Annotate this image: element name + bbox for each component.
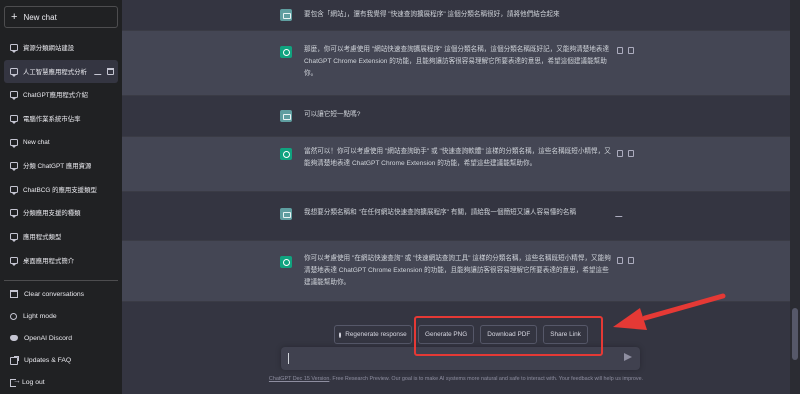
send-icon[interactable] xyxy=(624,353,632,361)
logout-icon xyxy=(10,376,21,387)
chatgpt-logo-icon xyxy=(280,256,292,268)
sidebar-item-chat[interactable]: 分類應用支援的種類 xyxy=(4,201,118,225)
new-chat-label: New chat xyxy=(23,12,57,22)
plus-icon: + xyxy=(11,10,18,23)
light-mode-button[interactable]: Light mode xyxy=(4,305,118,327)
chat-history-list: 資源分類網站建設 人工智慧應用程式分析 ChatGPT應用程式介紹 電腦作業系統… xyxy=(4,36,118,272)
feedback-actions xyxy=(617,257,634,264)
log-out-button[interactable]: Log out xyxy=(4,372,118,394)
item-actions xyxy=(93,67,114,75)
message-text: 可以讓它短一點嗎? xyxy=(304,111,361,118)
thumbs-up-icon[interactable] xyxy=(617,150,623,157)
updates-faq-label: Updates & FAQ xyxy=(24,357,72,365)
sidebar-item-label: 分類應用支援的種類 xyxy=(23,210,81,218)
thumbs-down-icon[interactable] xyxy=(628,257,634,264)
footer-note: ChatGPT Dec 15 Version. Free Research Pr… xyxy=(122,376,790,382)
message-icon xyxy=(10,91,18,101)
sidebar-item-chat[interactable]: ChatBCG 的應用支援類型 xyxy=(4,178,118,202)
discord-icon xyxy=(10,335,18,342)
scrollbar[interactable] xyxy=(790,0,800,394)
edit-icon[interactable] xyxy=(93,67,106,75)
delete-icon[interactable] xyxy=(107,67,114,75)
updates-faq-link[interactable]: Updates & FAQ xyxy=(4,350,118,372)
sidebar-item-label: 電腦作業系統市佔率 xyxy=(23,116,81,124)
sidebar-item-label: 人工智慧應用程式分析 xyxy=(23,68,87,76)
message-icon xyxy=(10,44,18,54)
log-out-label: Log out xyxy=(22,379,45,387)
sidebar-item-label: ChatBCG 的應用支援類型 xyxy=(23,186,97,194)
sidebar-item-label: 資源分類網站建設 xyxy=(23,45,75,53)
text-caret xyxy=(288,353,289,364)
message-icon xyxy=(10,209,18,219)
user-avatar xyxy=(280,9,292,21)
message-icon xyxy=(10,162,18,172)
sun-icon xyxy=(10,312,17,320)
edit-message-icon[interactable] xyxy=(614,210,627,217)
openai-discord-label: OpenAI Discord xyxy=(24,334,72,342)
sidebar-item-chat[interactable]: 應用程式類型 xyxy=(4,225,118,249)
user-message: 我想要分類名稱和 "在任何網站快速查詢擴展程序" 有關，請給我一個簡短又讓人容易… xyxy=(122,192,790,240)
thumbs-down-icon[interactable] xyxy=(628,150,634,157)
footer-text: . Free Research Preview. Our goal is to … xyxy=(329,376,644,382)
sidebar-item-chat[interactable]: ChatGPT應用程式介紹 xyxy=(4,83,118,107)
message-icon xyxy=(10,115,18,125)
clear-conversations-label: Clear conversations xyxy=(24,290,85,298)
sidebar-item-label: 應用程式類型 xyxy=(23,234,62,242)
assistant-message: 你可以考慮使用 "在網站快速查詢" 或 "快速網站查詢工具" 這樣的分類名稱，這… xyxy=(122,240,790,302)
sidebar-bottom-menu: Clear conversations Light mode OpenAI Di… xyxy=(4,280,118,394)
light-mode-label: Light mode xyxy=(23,312,57,320)
new-chat-button[interactable]: + New chat xyxy=(4,6,118,28)
scrollbar-thumb[interactable] xyxy=(792,308,798,360)
message-text: 你可以考慮使用 "在網站快速查詢" 或 "快速網站查詢工具" 這樣的分類名稱，這… xyxy=(304,255,611,287)
user-message: 可以讓它短一點嗎? xyxy=(122,96,790,136)
message-text: 我想要分類名稱和 "在任何網站快速查詢擴展程序" 有關，請給我一個簡短又讓人容易… xyxy=(304,209,577,216)
chatgpt-logo-icon xyxy=(280,46,292,58)
sidebar-item-chat[interactable]: New chat xyxy=(4,130,118,154)
feedback-actions xyxy=(617,150,634,157)
sidebar-item-chat-active[interactable]: 人工智慧應用程式分析 xyxy=(4,59,118,84)
version-link[interactable]: ChatGPT Dec 15 Version xyxy=(269,376,329,382)
user-avatar xyxy=(280,208,292,220)
openai-discord-link[interactable]: OpenAI Discord xyxy=(4,327,118,349)
thumbs-down-icon[interactable] xyxy=(628,47,634,54)
sidebar-item-label: New chat xyxy=(23,138,50,146)
user-avatar xyxy=(280,110,292,122)
chatgpt-logo-icon xyxy=(280,148,292,160)
message-icon xyxy=(10,67,18,77)
user-message: 要包含「網站」，還有我覺得 "快速查詢擴展程序" 這個分類名稱很好，請將他們結合… xyxy=(122,0,790,30)
message-icon xyxy=(10,233,18,243)
annotation-highlight-box xyxy=(414,316,603,356)
sidebar-item-chat[interactable]: 分類 ChatGPT 應用資源 xyxy=(4,154,118,178)
sidebar-item-label: ChatGPT應用程式介紹 xyxy=(23,92,88,100)
thumbs-up-icon[interactable] xyxy=(617,47,623,54)
assistant-message: 當然可以！你可以考慮使用 "網站查詢助手" 或 "快速查詢軟體" 這樣的分類名稱… xyxy=(122,136,790,192)
app-window: + New chat 資源分類網站建設 人工智慧應用程式分析 ChatGPT應用… xyxy=(0,0,800,394)
message-text: 當然可以！你可以考慮使用 "網站查詢助手" 或 "快速查詢軟體" 這樣的分類名稱… xyxy=(304,148,611,168)
message-icon xyxy=(10,256,18,266)
external-link-icon xyxy=(10,355,19,365)
message-text: 要包含「網站」，還有我覺得 "快速查詢擴展程序" 這個分類名稱很好，請將他們結合… xyxy=(304,11,560,18)
feedback-actions xyxy=(617,47,634,54)
clear-conversations-button[interactable]: Clear conversations xyxy=(4,283,118,305)
regenerate-response-button[interactable]: Regenerate response xyxy=(334,325,412,344)
sidebar-item-chat[interactable]: 桌面應用程式簡介 xyxy=(4,248,118,272)
message-icon xyxy=(10,138,18,148)
sidebar-item-label: 桌面應用程式簡介 xyxy=(23,257,75,265)
assistant-message: 那麼，你可以考慮使用 "網站快速查詢擴展程序" 這個分類名稱，這個分類名稱既好記… xyxy=(122,30,790,96)
sidebar-item-label: 分類 ChatGPT 應用資源 xyxy=(23,163,92,171)
sidebar-item-chat[interactable]: 電腦作業系統市佔率 xyxy=(4,107,118,131)
message-icon xyxy=(10,185,18,195)
refresh-icon xyxy=(339,331,342,338)
thumbs-up-icon[interactable] xyxy=(617,257,623,264)
sidebar-item-chat[interactable]: 資源分類網站建設 xyxy=(4,36,118,60)
message-actions xyxy=(614,210,627,217)
regenerate-label: Regenerate response xyxy=(345,331,407,338)
message-text: 那麼，你可以考慮使用 "網站快速查詢擴展程序" 這個分類名稱，這個分類名稱既好記… xyxy=(304,46,610,78)
sidebar: + New chat 資源分類網站建設 人工智慧應用程式分析 ChatGPT應用… xyxy=(0,0,122,394)
trash-icon xyxy=(10,290,18,299)
